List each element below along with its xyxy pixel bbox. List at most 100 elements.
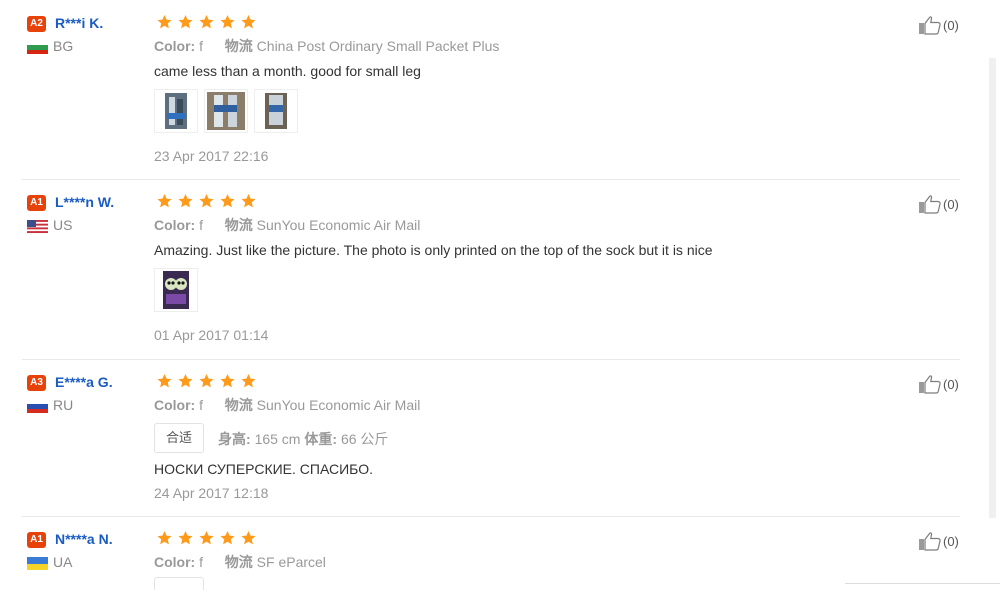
shipping-label: 物流 <box>224 217 253 233</box>
thumbs-up-icon <box>918 374 942 394</box>
review-photos <box>154 268 198 312</box>
height-value: 165 cm <box>254 431 301 447</box>
star-icon <box>175 530 196 546</box>
shipping-value: China Post Ordinary Small Packet Plus <box>256 38 500 54</box>
color-value: f <box>199 38 203 54</box>
review-date: 23 Apr 2017 22:16 <box>154 148 269 164</box>
review-photo-thumbnail[interactable] <box>204 89 248 133</box>
helpful-button[interactable]: (0) <box>918 194 959 214</box>
review-item: A1 N****a N. UA Color: f 物流 SF eParcel (… <box>22 530 960 590</box>
review-divider <box>22 359 960 360</box>
size-fit-tag <box>154 577 204 590</box>
russia-flag-icon <box>27 400 48 413</box>
country-code: US <box>53 217 73 233</box>
thumbs-up-icon <box>918 531 942 551</box>
review-list: A2 R***i K. BG Color: f 物流 China Post Or… <box>0 0 1000 590</box>
star-icon <box>217 530 238 546</box>
color-value: f <box>199 397 203 413</box>
reviewer-name[interactable]: N****a N. <box>55 531 113 547</box>
ukraine-flag-icon <box>27 557 48 570</box>
usa-flag-icon <box>27 220 48 233</box>
reviewer-name[interactable]: L****n W. <box>55 194 114 210</box>
rating-stars <box>154 530 259 546</box>
helpful-button[interactable]: (0) <box>918 374 959 394</box>
buyer-level-badge: A2 <box>27 16 46 32</box>
color-value: f <box>199 217 203 233</box>
star-icon <box>238 530 259 546</box>
weight-value: 66 公斤 <box>340 431 389 447</box>
review-item: A3 E****a G. RU Color: f 物流 SunYou Econo… <box>22 373 960 505</box>
star-icon <box>238 193 259 209</box>
order-info: Color: f 物流 SunYou Economic Air Mail <box>154 395 420 415</box>
scrollbar[interactable] <box>989 58 996 518</box>
review-date: 01 Apr 2017 01:14 <box>154 327 269 343</box>
star-icon <box>196 193 217 209</box>
buyer-level-badge: A1 <box>27 532 46 548</box>
color-label: Color: <box>154 38 196 54</box>
country-code: BG <box>53 38 74 54</box>
review-item: A1 L****n W. US Color: f 物流 SunYou Econo… <box>22 193 960 345</box>
star-icon <box>154 193 175 209</box>
star-icon <box>217 373 238 389</box>
helpful-button[interactable]: (0) <box>918 531 959 551</box>
review-item: A2 R***i K. BG Color: f 物流 China Post Or… <box>22 14 960 166</box>
rating-stars <box>154 14 259 30</box>
star-icon <box>175 373 196 389</box>
star-icon <box>217 14 238 30</box>
bulgaria-flag-icon <box>27 41 48 54</box>
color-label: Color: <box>154 217 196 233</box>
star-icon <box>238 14 259 30</box>
color-label: Color: <box>154 554 196 570</box>
size-fit-tag: 合适 <box>154 423 204 453</box>
star-icon <box>217 193 238 209</box>
page-edge-line <box>845 583 1000 584</box>
color-label: Color: <box>154 397 196 413</box>
star-icon <box>154 14 175 30</box>
shipping-value: SF eParcel <box>256 554 326 570</box>
helpful-count: (0) <box>943 376 959 392</box>
rating-stars <box>154 373 259 389</box>
rating-stars <box>154 193 259 209</box>
review-text: НОСКИ СУПЕРСКИЕ. СПАСИБО. <box>154 461 373 477</box>
star-icon <box>175 14 196 30</box>
weight-label: 体重: <box>304 431 338 447</box>
review-divider <box>22 516 960 517</box>
star-icon <box>175 193 196 209</box>
country-code: UA <box>53 554 73 570</box>
buyer-size-info: 身高: 165 cm 体重: 66 公斤 <box>218 429 388 449</box>
helpful-button[interactable]: (0) <box>918 15 959 35</box>
review-divider <box>22 179 960 180</box>
reviewer-name[interactable]: R***i K. <box>55 15 103 31</box>
review-text: came less than a month. good for small l… <box>154 63 421 79</box>
shipping-value: SunYou Economic Air Mail <box>256 217 421 233</box>
order-info: Color: f 物流 China Post Ordinary Small Pa… <box>154 36 499 56</box>
review-photos <box>154 89 298 133</box>
shipping-label: 物流 <box>224 554 253 570</box>
helpful-count: (0) <box>943 196 959 212</box>
shipping-label: 物流 <box>224 397 253 413</box>
review-photo-thumbnail[interactable] <box>254 89 298 133</box>
thumbs-up-icon <box>918 15 942 35</box>
star-icon <box>154 530 175 546</box>
review-photo-thumbnail[interactable] <box>154 89 198 133</box>
order-info: Color: f 物流 SunYou Economic Air Mail <box>154 215 420 235</box>
review-text: Amazing. Just like the picture. The phot… <box>154 242 713 258</box>
order-info: Color: f 物流 SF eParcel <box>154 552 326 572</box>
star-icon <box>154 373 175 389</box>
reviewer-name[interactable]: E****a G. <box>55 374 113 390</box>
review-photo-thumbnail[interactable] <box>154 268 198 312</box>
shipping-value: SunYou Economic Air Mail <box>256 397 421 413</box>
helpful-count: (0) <box>943 533 959 549</box>
thumbs-up-icon <box>918 194 942 214</box>
star-icon <box>196 14 217 30</box>
star-icon <box>196 373 217 389</box>
review-date: 24 Apr 2017 12:18 <box>154 485 269 501</box>
star-icon <box>238 373 259 389</box>
star-icon <box>196 530 217 546</box>
shipping-label: 物流 <box>224 38 253 54</box>
helpful-count: (0) <box>943 17 959 33</box>
buyer-level-badge: A3 <box>27 375 46 391</box>
buyer-level-badge: A1 <box>27 195 46 211</box>
height-label: 身高: <box>218 431 251 447</box>
color-value: f <box>199 554 203 570</box>
